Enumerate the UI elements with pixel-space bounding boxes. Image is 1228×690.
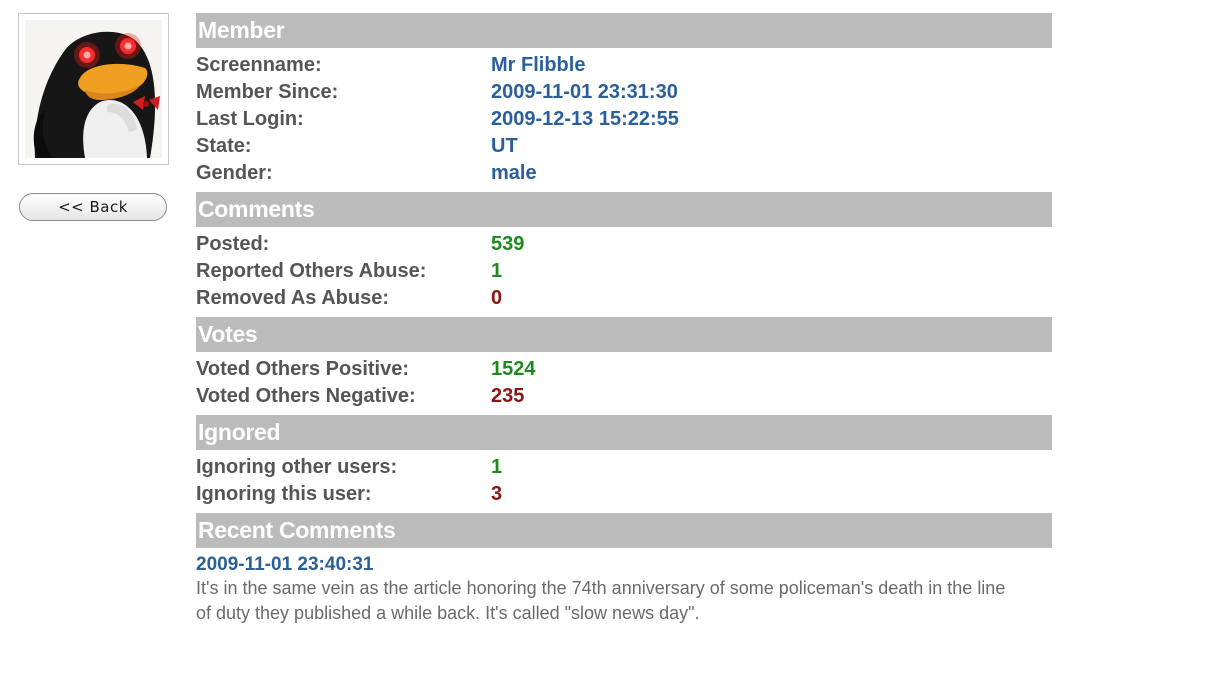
votes-stats: Voted Others Positive: 1524 Voted Others… — [196, 352, 1052, 415]
posted-row: Posted: 539 — [196, 231, 1052, 258]
ignoring-others-value: 1 — [491, 456, 503, 478]
voted-negative-value: 235 — [491, 385, 525, 407]
member-since-label: Member Since: — [196, 81, 339, 103]
removed-abuse-value: 0 — [491, 287, 503, 309]
ignoring-this-user-label: Ignoring this user: — [196, 483, 372, 505]
penguin-avatar-image — [25, 20, 162, 158]
comments-section-header: Comments — [196, 192, 1052, 227]
last-login-row: Last Login: 2009-12-13 15:22:55 — [196, 106, 1052, 133]
screenname-row: Screenname: Mr Flibble — [196, 52, 1052, 79]
comment-text: It's in the same vein as the article hon… — [196, 578, 1006, 623]
ignored-stats: Ignoring other users: 1 Ignoring this us… — [196, 450, 1052, 513]
posted-label: Posted: — [196, 233, 270, 255]
member-details: Screenname: Mr Flibble Member Since: 200… — [196, 48, 1052, 192]
gender-label: Gender: — [196, 162, 273, 184]
ignored-section-header: Ignored — [196, 415, 1052, 450]
recent-comments-section-header: Recent Comments — [196, 513, 1052, 548]
voted-negative-label: Voted Others Negative: — [196, 385, 416, 407]
back-button[interactable]: << Back — [19, 193, 167, 221]
screenname-label: Screenname: — [196, 54, 322, 76]
voted-positive-row: Voted Others Positive: 1524 — [196, 356, 1052, 383]
screenname-value: Mr Flibble — [491, 54, 586, 76]
gender-row: Gender: male — [196, 160, 1052, 187]
ignoring-others-label: Ignoring other users: — [196, 456, 398, 478]
votes-section-header: Votes — [196, 317, 1052, 352]
recent-comment-item: 2009-11-01 23:40:31 It's in the same vei… — [196, 554, 1052, 626]
member-since-row: Member Since: 2009-11-01 23:31:30 — [196, 79, 1052, 106]
state-row: State: UT — [196, 133, 1052, 160]
voted-negative-row: Voted Others Negative: 235 — [196, 383, 1052, 410]
ignoring-others-row: Ignoring other users: 1 — [196, 454, 1052, 481]
posted-value: 539 — [491, 233, 525, 255]
reported-abuse-label: Reported Others Abuse: — [196, 260, 427, 282]
comment-date[interactable]: 2009-11-01 23:40:31 — [196, 554, 1052, 576]
removed-abuse-row: Removed As Abuse: 0 — [196, 285, 1052, 312]
gender-value: male — [491, 162, 537, 184]
member-section-header: Member — [196, 13, 1052, 48]
removed-abuse-label: Removed As Abuse: — [196, 287, 390, 309]
last-login-value: 2009-12-13 15:22:55 — [491, 108, 679, 130]
reported-abuse-row: Reported Others Abuse: 1 — [196, 258, 1052, 285]
state-label: State: — [196, 135, 252, 157]
member-since-value: 2009-11-01 23:31:30 — [491, 81, 678, 103]
state-value: UT — [491, 135, 518, 157]
ignoring-this-user-row: Ignoring this user: 3 — [196, 481, 1052, 508]
reported-abuse-value: 1 — [491, 260, 503, 282]
avatar — [18, 13, 169, 165]
ignoring-this-user-value: 3 — [491, 483, 503, 505]
last-login-label: Last Login: — [196, 108, 304, 130]
member-profile: Member Screenname: Mr Flibble Member Sin… — [196, 13, 1052, 626]
comments-stats: Posted: 539 Reported Others Abuse: 1 Rem… — [196, 227, 1052, 317]
voted-positive-label: Voted Others Positive: — [196, 358, 410, 380]
voted-positive-value: 1524 — [491, 358, 536, 380]
